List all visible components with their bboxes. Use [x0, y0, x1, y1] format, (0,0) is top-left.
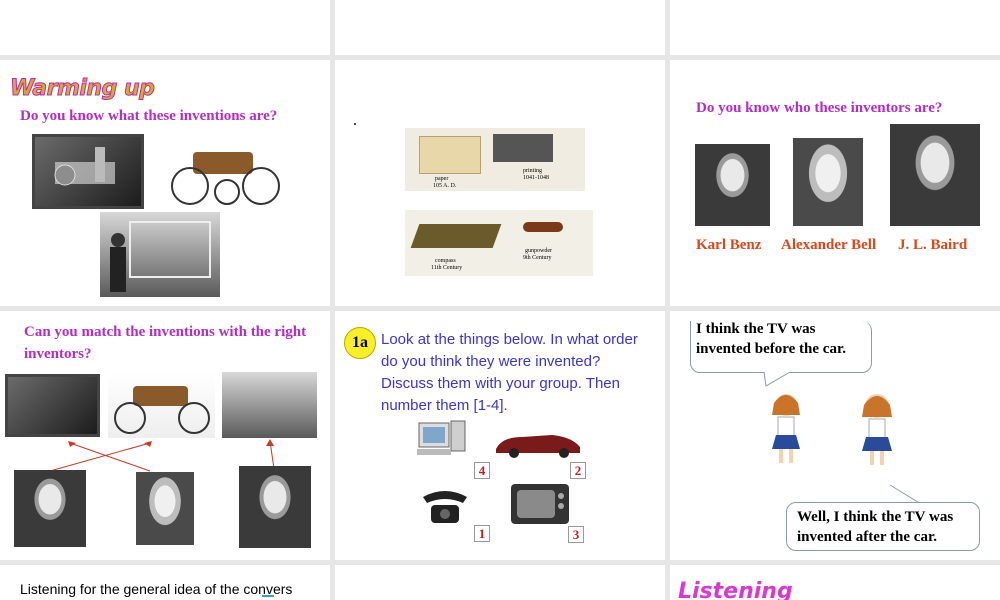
baird-portrait	[890, 124, 980, 226]
benz-portrait	[695, 144, 770, 226]
benz-car-photo	[165, 134, 285, 210]
girl-figure-2	[856, 391, 898, 471]
slide-row4-middle[interactable]	[335, 565, 665, 600]
number-car[interactable]: 2	[570, 462, 586, 479]
dot-mark: .	[353, 112, 357, 129]
name-baird: J. L. Baird	[898, 237, 968, 253]
number-tv[interactable]: 3	[568, 526, 584, 543]
car-icon-1a	[492, 427, 584, 459]
match-car-photo	[108, 372, 215, 438]
inventors-question: Do you know who these inventors are?	[696, 100, 943, 116]
number-computer[interactable]: 4	[474, 462, 490, 479]
speech-bubble-2: Well, I think the TV was invented after …	[786, 502, 980, 551]
slide-listening-idea[interactable]: Listening for the general idea of the co…	[0, 565, 330, 600]
car-icon	[171, 152, 280, 205]
slide-chinese-inventions[interactable]: . paper 105 A. D. printing 1041-1048 com…	[335, 60, 665, 306]
compass-gunpowder-card: compass 11th Century gunpowder 9th Centu…	[405, 210, 593, 276]
number-phone[interactable]: 1	[474, 525, 490, 542]
girl-2-icon	[862, 394, 892, 465]
slide-2-top[interactable]	[335, 0, 665, 55]
gunpowder-icon	[523, 222, 563, 232]
printing-date: 1041-1048	[523, 175, 549, 181]
slide-dialogue[interactable]: I think the TV was invented before the c…	[670, 311, 1000, 560]
girl-1-icon	[772, 394, 800, 463]
bell-portrait	[793, 138, 863, 226]
listening-logo: Listening	[678, 579, 793, 600]
slide-listening-logo[interactable]: Listening	[670, 565, 1000, 600]
printing-label: printing	[523, 168, 542, 174]
match-bell-portrait	[136, 472, 194, 545]
slide-1a[interactable]: 1a Look at the things below. In what ord…	[335, 311, 665, 560]
tv-inventor-photo	[100, 212, 220, 297]
slide-match[interactable]: Can you match the inventions with the ri…	[0, 311, 330, 560]
compass-date: 11th Century	[431, 265, 463, 271]
paper-label: paper	[435, 176, 449, 182]
printing-icon	[493, 134, 553, 162]
badge-1a: 1a	[344, 327, 376, 359]
paper-date: 105 A. D.	[433, 183, 457, 189]
computer-icon	[415, 419, 470, 457]
person-with-machine-icon	[110, 221, 211, 292]
match-car-icon	[114, 386, 210, 434]
scroll-icon	[419, 136, 481, 174]
match-tv-photo	[222, 372, 317, 438]
engine-photo	[32, 134, 144, 209]
slide-inventors[interactable]: Do you know who these inventors are? Kar…	[670, 60, 1000, 306]
arrow-icon	[262, 595, 274, 600]
paper-printing-card: paper 105 A. D. printing 1041-1048	[405, 128, 585, 191]
name-bell: Alexander Bell	[781, 237, 877, 253]
bubble-1-text: I think the TV was invented before the c…	[696, 321, 846, 357]
listening-idea-text: Listening for the general idea of the co…	[20, 581, 293, 597]
compass-icon	[410, 224, 502, 248]
tv-icon	[509, 482, 571, 528]
engine-icon	[54, 147, 115, 186]
bubble-1-tail	[763, 371, 791, 387]
name-benz: Karl Benz	[696, 237, 762, 253]
instruction-text: Look at the things below. In what order …	[381, 331, 638, 414]
warming-up-logo: Warming up	[9, 76, 155, 102]
inventions-question: Do you know what these inventions are?	[20, 108, 278, 124]
slide-warming-up[interactable]: Warming up Do you know what these invent…	[0, 60, 330, 306]
speech-bubble-1: I think the TV was invented before the c…	[690, 321, 872, 373]
slide-3-top[interactable]	[670, 0, 1000, 55]
bubble-2-text: Well, I think the TV was invented after …	[797, 509, 954, 545]
girl-figure-1	[766, 391, 806, 469]
match-benz-portrait	[14, 470, 86, 547]
compass-label: compass	[435, 258, 456, 264]
gunpowder-label: gunpowder	[525, 248, 552, 254]
telephone-icon	[417, 483, 473, 527]
match-baird-portrait	[239, 466, 311, 548]
match-engine-photo	[5, 374, 100, 437]
slide-1[interactable]	[0, 0, 330, 55]
match-question: Can you match the inventions with the ri…	[24, 324, 307, 362]
gunpowder-date: 9th Century	[523, 255, 552, 261]
